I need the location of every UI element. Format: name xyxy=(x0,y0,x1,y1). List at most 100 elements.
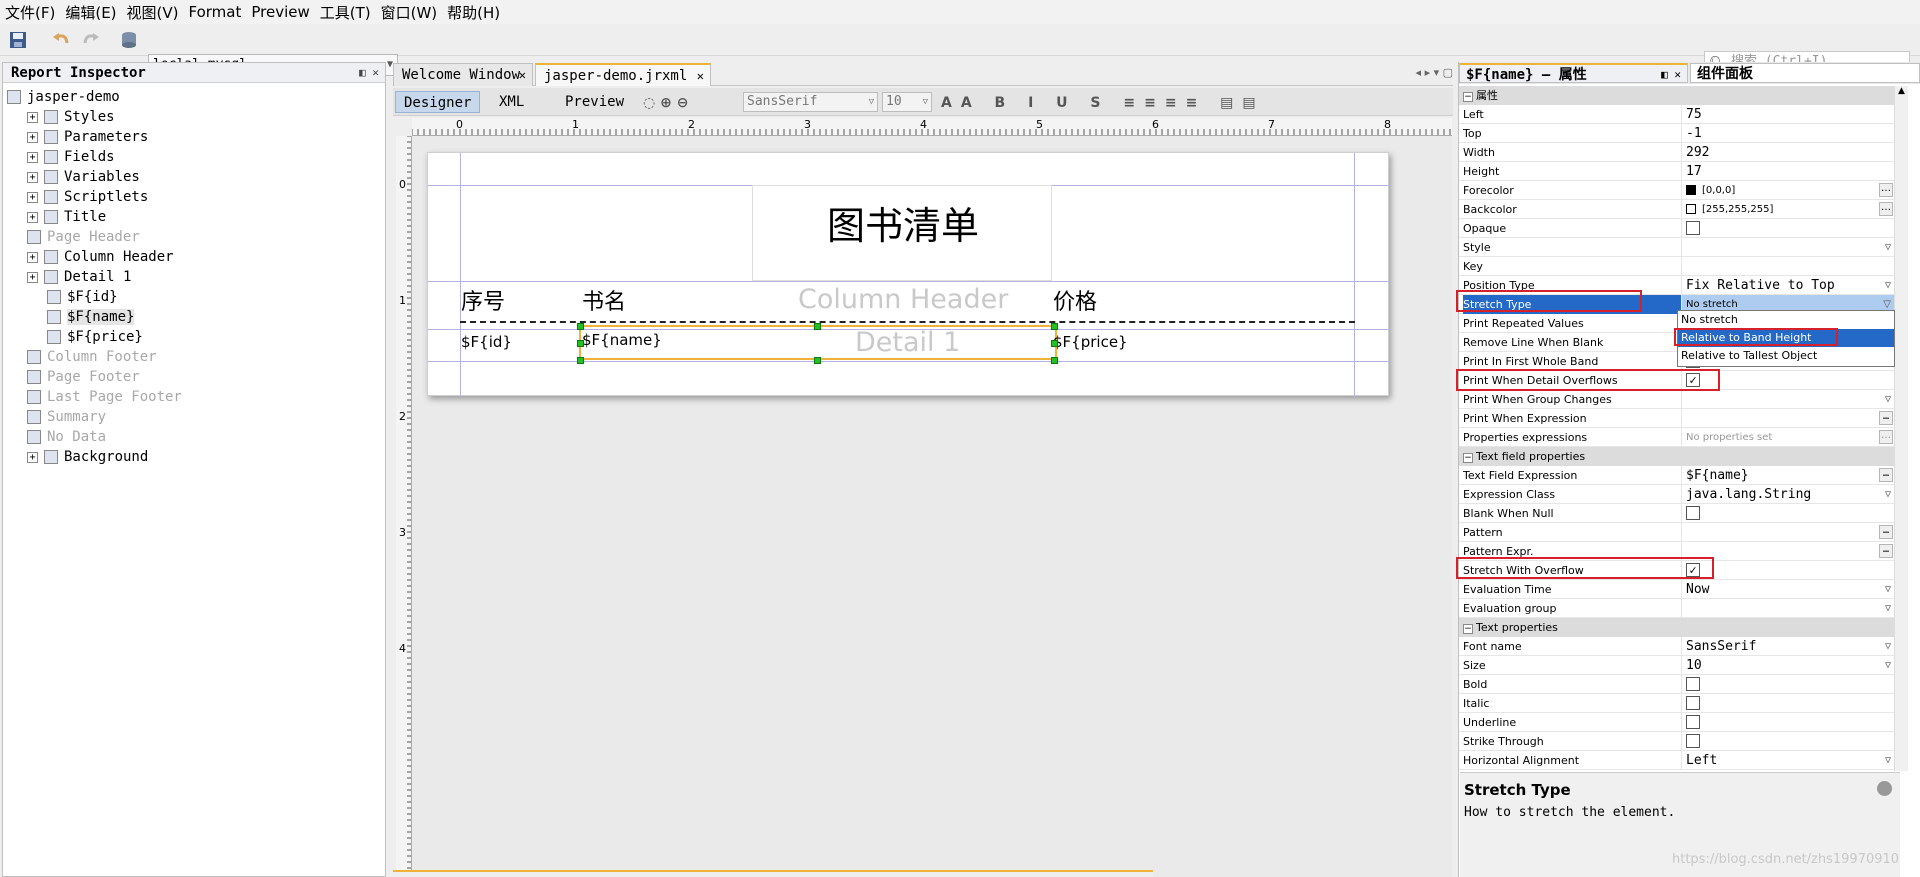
property-name[interactable]: Evaluation Time xyxy=(1463,580,1681,599)
property-name[interactable]: Font name xyxy=(1463,637,1681,656)
color-swatch[interactable] xyxy=(1686,204,1696,214)
property-value[interactable]: ▽ xyxy=(1681,238,1895,257)
property-value[interactable]: $F{name}… xyxy=(1681,466,1895,485)
expand-icon[interactable]: + xyxy=(27,171,38,183)
tree-item[interactable]: Column Footer xyxy=(27,347,157,367)
tab-component-palette[interactable]: 组件面板 xyxy=(1690,63,1920,83)
menu-view[interactable]: 视图(V) xyxy=(124,2,186,23)
expand-icon[interactable]: + xyxy=(27,191,38,203)
ellipsis-button[interactable]: … xyxy=(1879,544,1893,558)
save-all-icon[interactable] xyxy=(8,29,30,51)
property-name[interactable]: Pattern xyxy=(1463,523,1681,542)
tree-item[interactable]: + Detail 1 xyxy=(27,267,131,287)
ellipsis-button[interactable]: … xyxy=(1879,430,1893,444)
dropdown-arrow-icon[interactable]: ▽ xyxy=(1885,390,1891,409)
menu-format[interactable]: Format xyxy=(186,3,249,21)
property-value[interactable]: … xyxy=(1681,523,1895,542)
field-name[interactable]: $F{name} xyxy=(582,331,662,349)
property-value[interactable] xyxy=(1681,675,1895,694)
dropdown-arrow-icon[interactable]: ▽ xyxy=(1885,580,1891,599)
property-name[interactable]: Horizontal Alignment xyxy=(1463,751,1681,770)
tree-item[interactable]: jasper-demo xyxy=(7,87,120,107)
property-value[interactable]: [0,0,0]… xyxy=(1681,181,1895,200)
property-name[interactable]: Bold xyxy=(1463,675,1681,694)
property-value[interactable] xyxy=(1681,713,1895,732)
property-value[interactable]: No properties set… xyxy=(1681,428,1895,447)
tree-item[interactable]: + Variables xyxy=(27,167,140,187)
menu-edit[interactable]: 编辑(E) xyxy=(62,2,123,23)
property-name[interactable]: Evaluation group xyxy=(1463,599,1681,618)
view-preview-button[interactable]: Preview xyxy=(557,91,632,113)
dropdown-option-no-stretch[interactable]: No stretch xyxy=(1678,311,1894,329)
property-value[interactable]: Now ▽ xyxy=(1681,580,1895,599)
tree-item[interactable]: $F{id} xyxy=(47,287,118,307)
property-value[interactable]: 10 ▽ xyxy=(1681,656,1895,675)
tab-properties[interactable]: $F{name} – 属性 ◧ ✕ xyxy=(1459,63,1688,83)
tree-item[interactable]: + Background xyxy=(27,447,148,467)
property-value[interactable] xyxy=(1681,257,1895,276)
tab-jasper-demo[interactable]: jasper-demo.jrxml ✕ xyxy=(535,63,711,86)
section-header[interactable]: − 属性 xyxy=(1459,86,1895,105)
undo-icon[interactable] xyxy=(50,29,72,51)
collapse-icon[interactable]: − xyxy=(1463,92,1473,102)
checkbox[interactable] xyxy=(1686,220,1700,235)
field-price[interactable]: $F{price} xyxy=(1053,333,1128,351)
property-value[interactable] xyxy=(1681,219,1895,238)
property-name[interactable]: Top xyxy=(1463,124,1681,143)
property-name[interactable]: Properties expressions xyxy=(1463,428,1681,447)
property-value[interactable]: ▽ xyxy=(1681,390,1895,409)
property-value[interactable]: 17 xyxy=(1681,162,1895,181)
tree-item[interactable]: + Fields xyxy=(27,147,115,167)
zoom-tools-icon[interactable]: ◌ ⊕ ⊖ xyxy=(643,95,688,111)
datasource-icon[interactable] xyxy=(118,29,140,51)
property-value[interactable]: Fix Relative to Top ▽ xyxy=(1681,276,1895,295)
panel-controls-icon[interactable]: ◧ ✕ xyxy=(1661,65,1681,85)
view-designer-button[interactable]: Designer xyxy=(395,91,481,113)
col-header-name[interactable]: 书名 xyxy=(582,284,626,316)
help-icon[interactable] xyxy=(1877,781,1892,796)
resize-handle[interactable] xyxy=(577,357,584,364)
ellipsis-button[interactable]: … xyxy=(1879,468,1893,482)
checkbox[interactable] xyxy=(1686,676,1700,691)
property-name[interactable]: Size xyxy=(1463,656,1681,675)
property-name[interactable]: Key xyxy=(1463,257,1681,276)
expand-icon[interactable]: + xyxy=(27,251,38,263)
dropdown-arrow-icon[interactable]: ▽ xyxy=(1885,751,1891,770)
view-xml-button[interactable]: XML xyxy=(491,91,532,113)
property-value[interactable]: SansSerif ▽ xyxy=(1681,637,1895,656)
ellipsis-button[interactable]: … xyxy=(1879,525,1893,539)
menu-window[interactable]: 窗口(W) xyxy=(378,2,445,23)
tree-item[interactable]: No Data xyxy=(27,427,106,447)
property-value[interactable] xyxy=(1681,732,1895,751)
tree-item[interactable]: + Scriptlets xyxy=(27,187,148,207)
tab-welcome-window[interactable]: Welcome Window ✕ xyxy=(393,63,533,86)
tab-scroll-controls-icon[interactable]: ◂ ▸ ▾ ▢ xyxy=(1416,66,1453,79)
property-name[interactable]: Forecolor xyxy=(1463,181,1681,200)
color-swatch[interactable] xyxy=(1686,185,1696,195)
expand-icon[interactable]: + xyxy=(27,451,38,463)
property-name[interactable]: Style xyxy=(1463,238,1681,257)
property-value[interactable]: … xyxy=(1681,409,1895,428)
collapse-icon[interactable]: − xyxy=(1463,624,1473,634)
tree-item[interactable]: + Title xyxy=(27,207,106,227)
property-name[interactable]: Italic xyxy=(1463,694,1681,713)
resize-handle[interactable] xyxy=(814,323,821,330)
property-name[interactable]: Print When Group Changes xyxy=(1463,390,1681,409)
property-name[interactable]: Underline xyxy=(1463,713,1681,732)
resize-handle[interactable] xyxy=(1051,340,1058,347)
dropdown-arrow-icon[interactable]: ▽ xyxy=(1885,238,1891,257)
property-name[interactable]: Width xyxy=(1463,143,1681,162)
checkbox[interactable] xyxy=(1686,714,1700,729)
dropdown-option-relative-tallest[interactable]: Relative to Tallest Object xyxy=(1678,347,1894,365)
expand-icon[interactable]: + xyxy=(27,211,38,223)
tree-item[interactable]: + Column Header xyxy=(27,247,174,267)
dashed-line[interactable] xyxy=(460,321,1355,323)
designer-canvas[interactable]: 图书清单 Column Header 序号 书名 价格 Detail 1 $F{… xyxy=(412,136,1452,877)
ellipsis-button[interactable]: … xyxy=(1879,411,1893,425)
tree-item[interactable]: + Styles xyxy=(27,107,115,127)
property-value[interactable]: java.lang.String ▽ xyxy=(1681,485,1895,504)
property-value[interactable]: 292 xyxy=(1681,143,1895,162)
close-icon[interactable]: ✕ xyxy=(519,64,526,86)
expand-icon[interactable]: + xyxy=(27,151,38,163)
dropdown-arrow-icon[interactable]: ▽ xyxy=(1885,637,1891,656)
